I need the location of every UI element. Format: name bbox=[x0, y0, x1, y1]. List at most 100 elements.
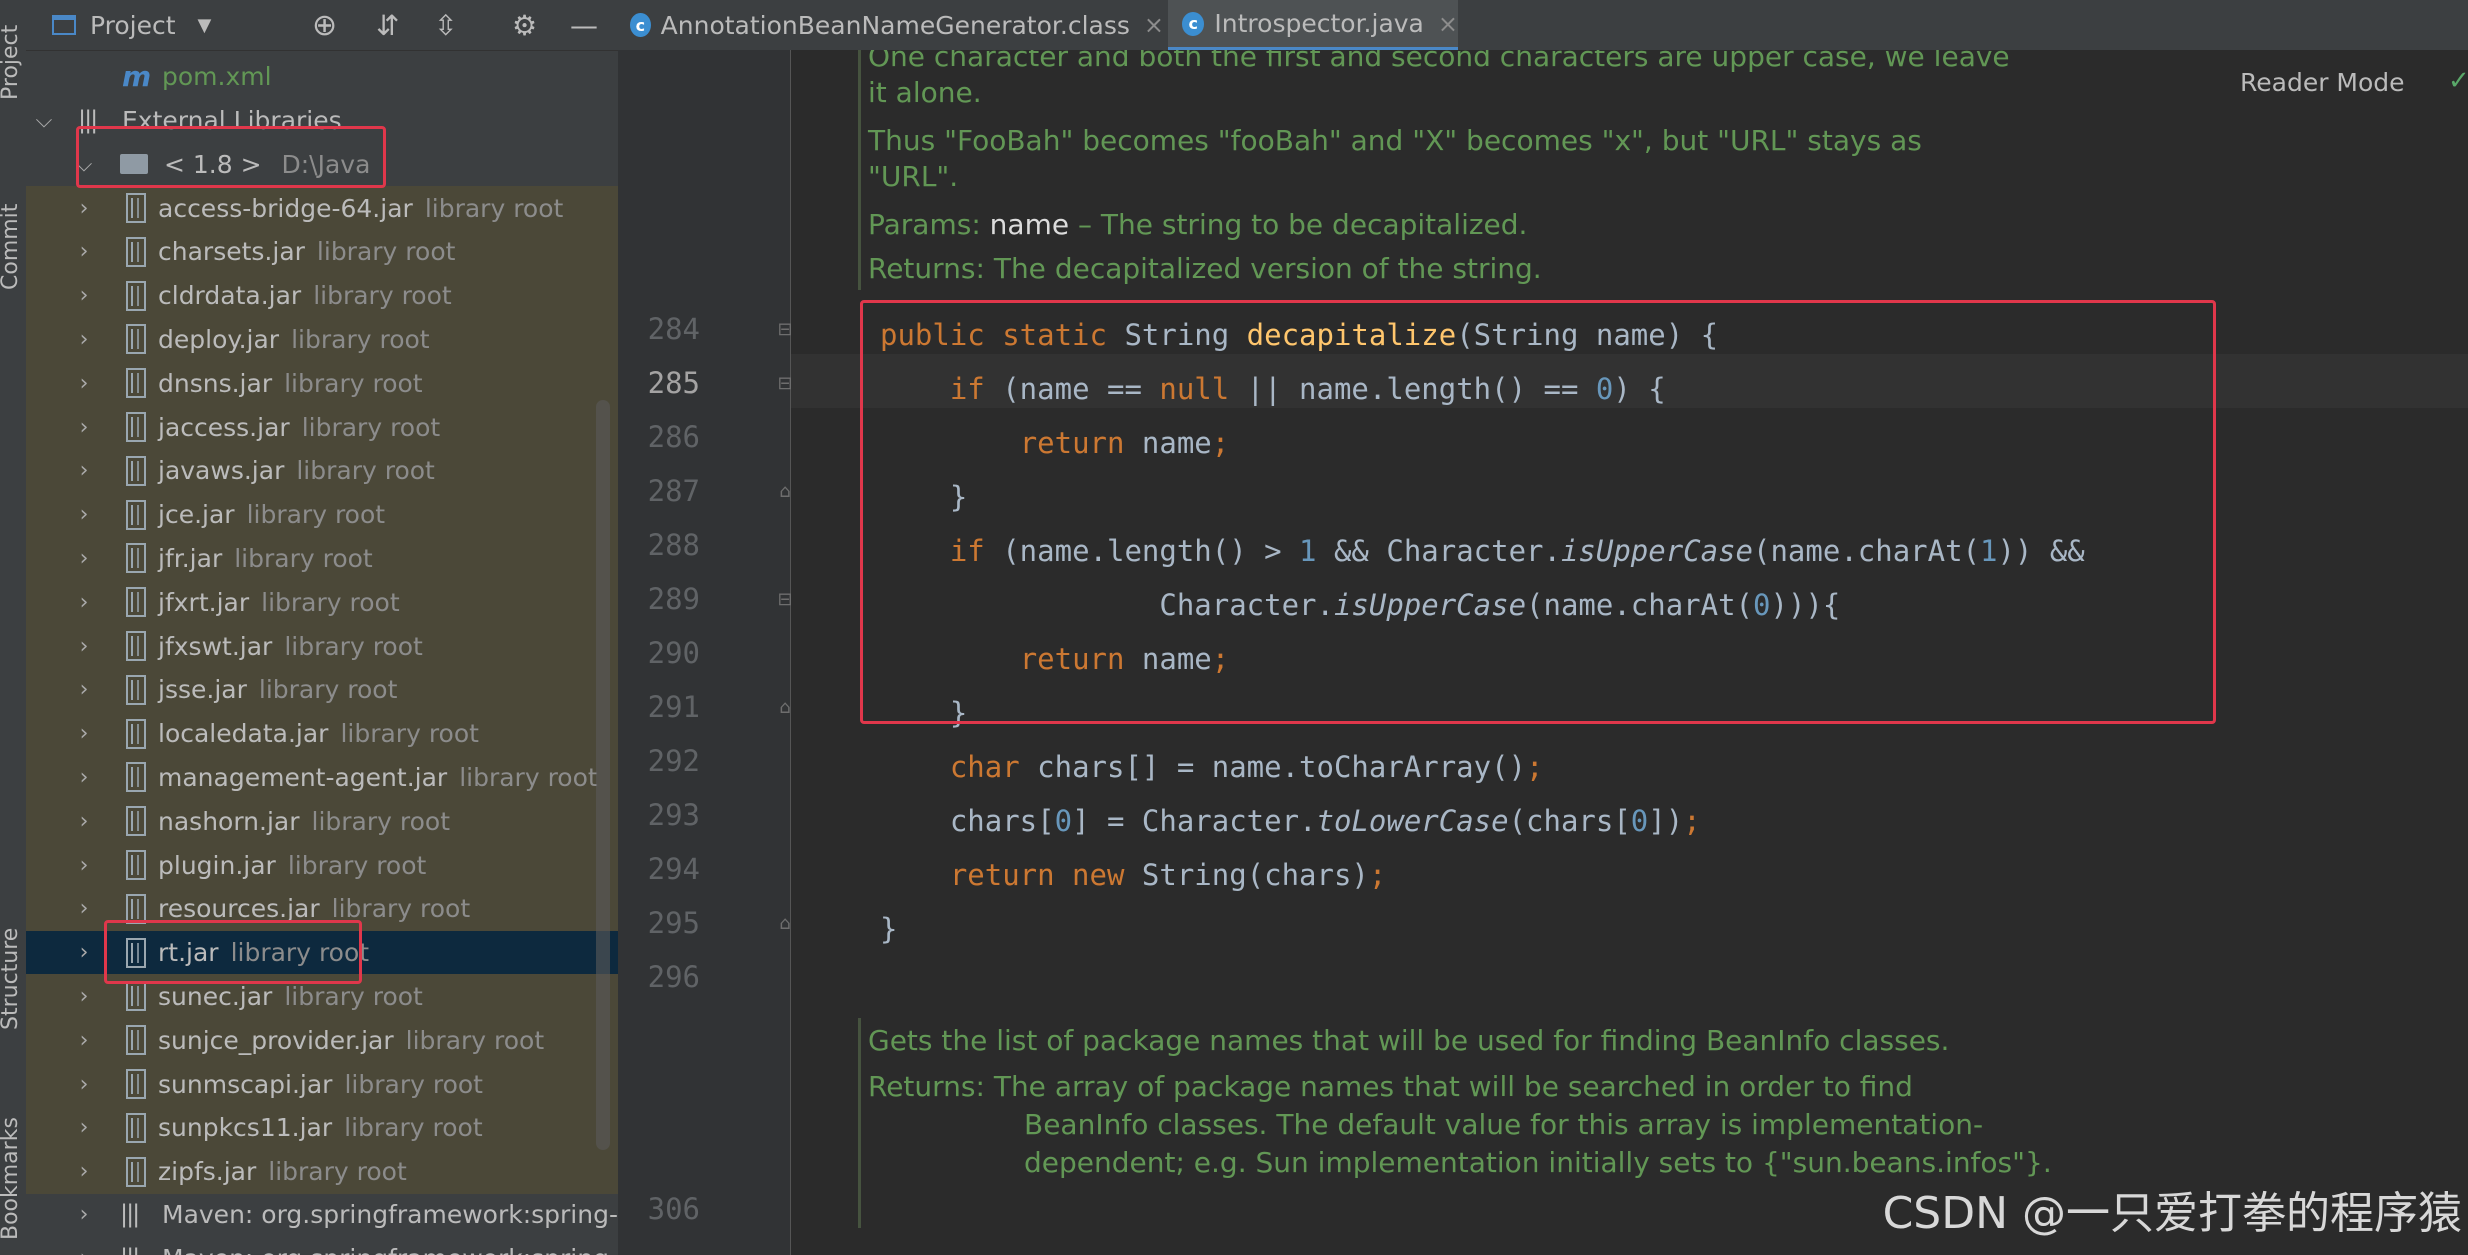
chevron-right-icon: › bbox=[79, 458, 89, 484]
line-number: 284 bbox=[647, 312, 700, 346]
code-editor[interactable]: Reader Mode ✓ One character and both the… bbox=[618, 50, 2468, 1255]
jar-name: cldrdata.jar bbox=[158, 281, 302, 311]
chevron-right-icon: › bbox=[79, 326, 89, 352]
jar-hint: library root bbox=[268, 1157, 407, 1187]
jar-name: deploy.jar bbox=[158, 324, 280, 354]
line-number: 288 bbox=[647, 528, 700, 562]
line-number: 286 bbox=[647, 420, 700, 454]
jar-hint: library root bbox=[424, 193, 564, 223]
maven-icon: m bbox=[122, 59, 152, 93]
fold-end-icon[interactable]: ⌂ bbox=[775, 696, 795, 718]
fold-marker-icon[interactable]: ⊟ bbox=[775, 588, 795, 610]
tree-item-jar[interactable]: › cldrdata.jar library root bbox=[26, 273, 618, 318]
jar-name: dnsns.jar bbox=[158, 368, 273, 398]
tree-item-jar[interactable]: › deploy.jar library root bbox=[26, 317, 618, 362]
tree-item-jar[interactable]: › jaccess.jar library root bbox=[26, 405, 618, 449]
close-icon[interactable]: × bbox=[1144, 11, 1164, 39]
tree-item-jar[interactable]: › zipfs.jar library root bbox=[26, 1149, 618, 1194]
line-number: 294 bbox=[647, 852, 700, 886]
tree-item-pom[interactable]: m pom.xml bbox=[26, 54, 618, 98]
chevron-right-icon: › bbox=[79, 677, 89, 703]
jar-name: management-agent.jar bbox=[158, 762, 448, 792]
project-tool-label: Project bbox=[0, 24, 23, 100]
hide-panel-icon[interactable]: — bbox=[570, 8, 598, 42]
bookmarks-tool-label: Bookmarks bbox=[0, 1117, 23, 1240]
tree-item-jar[interactable]: › jsse.jar library root bbox=[26, 667, 618, 712]
tree-item-jar[interactable]: › nashorn.jar library root bbox=[26, 799, 618, 844]
tree-item-jar[interactable]: › sunpkcs11.jar library root bbox=[26, 1105, 618, 1150]
code-line: char chars[] = name.toCharArray(); bbox=[949, 750, 1544, 784]
tree-item-maven[interactable]: › ||| Maven: org.springframework:spring-… bbox=[26, 1192, 618, 1236]
chevron-right-icon: › bbox=[79, 283, 89, 309]
tree-item-jar[interactable]: › jfr.jar library root bbox=[26, 536, 618, 581]
jar-hint: library root bbox=[261, 587, 400, 617]
line-number: 290 bbox=[647, 636, 700, 670]
project-view-label: Project bbox=[90, 10, 176, 40]
chevron-right-icon: › bbox=[79, 1159, 89, 1185]
structure-tool-label: Structure bbox=[0, 927, 23, 1030]
chevron-right-icon: › bbox=[79, 414, 89, 440]
jar-hint: library root bbox=[284, 368, 423, 398]
tree-item-jar[interactable]: › sunjce_provider.jar library root bbox=[26, 1018, 618, 1063]
tab-annotation-bean-name-generator[interactable]: c AnnotationBeanNameGenerator.class × bbox=[630, 0, 1164, 50]
line-number: 295 bbox=[647, 906, 700, 940]
maven-dependency-label: Maven: org.springframework:spring-aop bbox=[162, 1199, 618, 1229]
jar-name: access-bridge-64.jar bbox=[158, 193, 413, 223]
jar-name: charsets.jar bbox=[158, 237, 305, 267]
line-number: 289 bbox=[647, 582, 700, 616]
project-view-selector[interactable]: Project ▼ bbox=[52, 8, 211, 42]
line-number: 292 bbox=[647, 744, 700, 778]
fold-end-icon[interactable]: ⌂ bbox=[775, 912, 795, 934]
doc-text: it alone. bbox=[868, 76, 982, 109]
jar-name: sunec.jar bbox=[158, 981, 273, 1011]
collapse-all-icon[interactable]: ⇳ bbox=[434, 8, 457, 42]
tree-item-jar[interactable]: › management-agent.jar library root bbox=[26, 755, 618, 800]
jar-icon bbox=[126, 499, 146, 530]
tree-item-jar[interactable]: › sunmscapi.jar library root bbox=[26, 1062, 618, 1106]
fold-marker-icon[interactable]: ⊟ bbox=[775, 318, 795, 340]
jar-hint: library root bbox=[405, 1025, 545, 1055]
jar-name: jsse.jar bbox=[158, 675, 247, 705]
jar-icon bbox=[126, 631, 146, 661]
java-class-icon: c bbox=[1182, 11, 1205, 36]
expand-all-icon[interactable]: ⇵ bbox=[376, 8, 399, 42]
jar-hint: library root bbox=[331, 894, 471, 924]
chevron-right-icon: › bbox=[79, 502, 89, 528]
tree-item-jar[interactable]: › localedata.jar library root bbox=[26, 711, 618, 756]
jar-name: jaccess.jar bbox=[158, 412, 290, 442]
tab-introspector[interactable]: c Introspector.java × bbox=[1168, 0, 1458, 50]
jar-name: resources.jar bbox=[158, 894, 320, 924]
check-icon: ✓ bbox=[2448, 66, 2468, 96]
tree-item-jar[interactable]: › dnsns.jar library root bbox=[26, 361, 618, 406]
tree-item-jar[interactable]: › jfxrt.jar library root bbox=[26, 580, 618, 625]
reader-mode-toggle[interactable]: Reader Mode bbox=[2240, 68, 2405, 97]
tree-item-jar[interactable]: › jce.jar library root bbox=[26, 492, 618, 537]
doc-text: One character and both the first and sec… bbox=[868, 50, 2010, 73]
editor-tab-bar: c AnnotationBeanNameGenerator.class × c … bbox=[618, 0, 2468, 51]
locate-file-icon[interactable]: ⊕ bbox=[312, 8, 337, 43]
tree-item-jar[interactable]: › plugin.jar library root bbox=[26, 843, 618, 887]
fold-marker-icon[interactable]: ⊟ bbox=[775, 372, 795, 394]
jar-icon bbox=[126, 1112, 146, 1143]
tree-item-maven[interactable]: › ||| Maven: org.springframework:spring-… bbox=[26, 1236, 618, 1255]
tree-item-jar[interactable]: › charsets.jar library root bbox=[26, 229, 618, 274]
annotation-box-jdk bbox=[76, 126, 386, 188]
chevron-right-icon: › bbox=[79, 589, 89, 615]
doc-param-desc: – The string to be decapitalized. bbox=[1077, 208, 1528, 241]
chevron-right-icon: › bbox=[79, 808, 89, 834]
tree-item-jar[interactable]: › jfxswt.jar library root bbox=[26, 624, 618, 668]
doc-params-label: Params: bbox=[868, 208, 981, 241]
chevron-right-icon: › bbox=[79, 852, 89, 878]
jar-name: jfxrt.jar bbox=[158, 587, 250, 617]
fold-end-icon[interactable]: ⌂ bbox=[775, 480, 795, 502]
gear-icon[interactable]: ⚙ bbox=[512, 8, 537, 42]
jar-hint: library root bbox=[284, 981, 423, 1011]
tree-scrollbar[interactable] bbox=[596, 400, 610, 1150]
chevron-right-icon: › bbox=[79, 1115, 89, 1141]
commit-tool-label: Commit bbox=[0, 203, 23, 290]
code-line: } bbox=[880, 912, 898, 946]
close-icon[interactable]: × bbox=[1438, 10, 1458, 38]
jar-hint: library root bbox=[284, 631, 423, 661]
tree-item-jar[interactable]: › access-bridge-64.jar library root bbox=[26, 186, 618, 230]
tree-item-jar[interactable]: › javaws.jar library root bbox=[26, 448, 618, 493]
